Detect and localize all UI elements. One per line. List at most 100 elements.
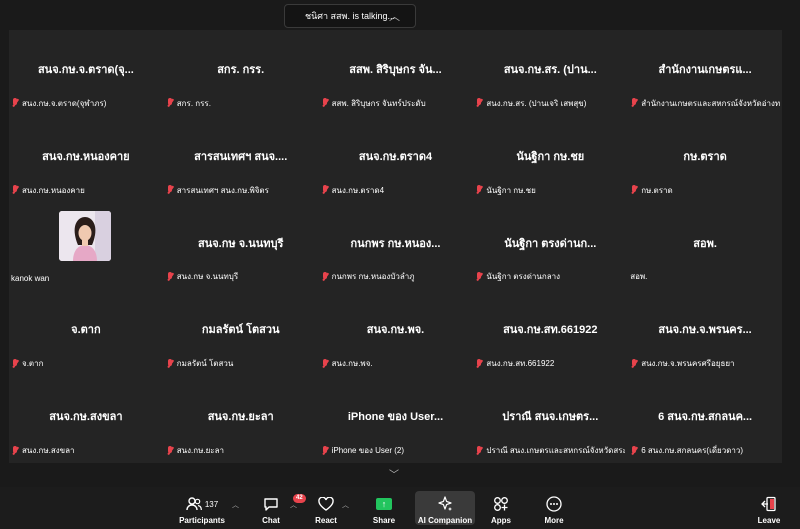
mic-muted-icon (11, 98, 19, 108)
participant-name-tag: ปราณี สนง.เกษตรและสหกรณ์จังหวัดสระบุรี (475, 444, 625, 457)
leave-button[interactable]: Leave (741, 491, 797, 525)
participant-tile[interactable]: กมลรัตน์ โตสวน กมลรัตน์ โตสวน (163, 290, 318, 377)
participant-tile[interactable]: สนจ.กษ.จ.พรนคร... สนง.กษ.จ.พรนครศรีอยุธยา (628, 290, 782, 377)
participant-display-name: สกร. กรร. (217, 64, 265, 76)
participant-display-name: สารสนเทศฯ สนจ.... (194, 150, 288, 163)
participant-name-text: 6 สนง.กษ.สกลนคร(เดี่ยวดาว) (641, 446, 744, 455)
participant-name-text: สารสนเทศฯ สนง.กษ.พิจิตร (176, 185, 269, 195)
react-label: React (315, 516, 337, 525)
mic-muted-icon (630, 445, 638, 456)
participant-display-name: จ.ตาก (71, 324, 101, 337)
participant-name-text: จ.ตาก (22, 359, 44, 369)
participant-name-tag: กนกพร กษ.หนองบัวลำภู (321, 270, 471, 283)
participant-tile[interactable]: สนจ.กษ.จ.ตราด(จุ... สนง.กษ.จ.ตราด(จุฬาภร) (9, 30, 163, 116)
ai-companion-button[interactable]: AI Companion (415, 491, 475, 525)
mic-muted-icon (475, 358, 483, 369)
participant-tile[interactable]: สสพ. สิริบุษกร จัน... สสพ. สิริบุษกร จันท… (318, 30, 473, 116)
mic-muted-icon (321, 98, 329, 108)
participant-tile[interactable]: สอพ. สอพ. (628, 203, 782, 290)
participant-tile[interactable]: kanok wan (9, 203, 163, 290)
mic-muted-icon (166, 185, 174, 195)
participant-name-text: นันฐิกา ตรงด่านกลาง (486, 272, 560, 282)
participant-tile[interactable]: iPhone ของ User... iPhone ของ User (2) (318, 377, 473, 463)
more-button[interactable]: More (526, 491, 582, 525)
participant-count: 137 (204, 499, 219, 509)
chevron-down-icon[interactable]: ﹀ (389, 466, 399, 481)
participant-name-text: กนกพร กษ.หนองบัวลำภู (331, 272, 415, 282)
mic-muted-icon (11, 185, 19, 195)
participant-display-name: สนจ.กษ.ยะลา (207, 411, 274, 424)
participant-tile[interactable]: กษ.ตราด กษ.ตราด (628, 116, 782, 203)
participant-name-tag: สนง.กษ.พจ. (321, 357, 471, 370)
participant-tile[interactable]: สกร. กรร. สกร. กรร. (163, 30, 318, 116)
mic-muted-icon (630, 358, 638, 369)
participant-name-tag: สนง.กษ.ตราด4 (321, 184, 471, 197)
participant-name-tag: จ.ตาก (11, 357, 161, 370)
mic-muted-icon (630, 98, 638, 108)
participant-tile[interactable]: สารสนเทศฯ สนจ.... สารสนเทศฯ สนง.กษ.พิจิตร (163, 116, 318, 203)
participant-tile[interactable]: สนจ.กษ.สงขลา สนง.กษ.สงขลา (9, 377, 163, 463)
participant-display-name: สนจ.กษ.พจ. (366, 324, 425, 337)
participant-tile[interactable]: สนจ.กษ จ.นนทบุรีสนง.กษ จ.นนทบุรี (163, 203, 318, 290)
video-gallery: สนจ.กษ.จ.ตราด(จุ... สนง.กษ.จ.ตราด(จุฬาภร)… (9, 30, 782, 463)
participant-name-tag: สกร. กรร. (166, 97, 316, 110)
participant-display-name: นันฐิกา กษ.ชย (516, 150, 585, 163)
participant-display-name: สนจ.กษ.สท.661922 (503, 324, 598, 337)
mic-muted-icon (11, 445, 19, 456)
talking-text: ชนิศา สสพ. is talking... (305, 11, 395, 21)
participants-button[interactable]: 137 Participants (172, 491, 232, 525)
participant-tile[interactable]: จ.ตาก จ.ตาก (9, 290, 163, 377)
participant-name-text: สนง.กษ.หนองคาย (22, 185, 85, 195)
mic-muted-icon (166, 445, 174, 456)
mic-muted-icon (321, 358, 329, 369)
participant-name-tag: iPhone ของ User (2) (321, 444, 471, 457)
participant-tile[interactable]: สนจ.กษ.พจ. สนง.กษ.พจ. (318, 290, 473, 377)
chevron-up-icon[interactable]: ︿ (389, 8, 400, 24)
participant-name-tag: กษ.ตราด (630, 184, 780, 197)
chat-caret-icon[interactable]: ︿ (290, 500, 297, 510)
mic-muted-icon (321, 445, 329, 456)
participant-name-tag: นันฐิกา ตรงด่านกลาง (475, 270, 625, 283)
participant-name-tag: สนง.กษ จ.นนทบุรี (166, 270, 316, 283)
participant-tile[interactable]: กนกพร กษ.หนอง... กนกพร กษ.หนองบัวลำภู (318, 203, 473, 290)
mic-muted-icon (475, 445, 483, 456)
participant-display-name: สนจ.กษ จ.นนทบุรี (198, 237, 284, 250)
participant-name-tag: สอพ. (630, 270, 780, 283)
participant-tile[interactable]: สนจ.กษ.สร. (ปาน... สนง.กษ.สร. (ปานเจริ เส… (473, 30, 628, 116)
participant-name-text: นันฐิกา กษ.ชย (486, 185, 536, 195)
apps-button[interactable]: Apps (473, 491, 529, 525)
participant-name-tag: สารสนเทศฯ สนง.กษ.พิจิตร (166, 184, 316, 197)
meeting-toolbar: 137 Participants ︿ 42 Chat ︿ React ︿ ↑ S… (0, 487, 800, 529)
mic-muted-icon (475, 271, 483, 282)
participant-display-name: สนจ.กษ.จ.ตราด(จุ... (37, 64, 134, 76)
participant-name-text: สนง.กษ.สร. (ปานเจริ เสพสุข) (486, 98, 587, 108)
participants-caret-icon[interactable]: ︿ (232, 500, 239, 510)
participant-name-tag: สนง.กษ.หนองคาย (11, 184, 161, 197)
mic-muted-icon (475, 185, 483, 195)
participant-name-tag: กมลรัตน์ โตสวน (166, 357, 316, 370)
participant-tile[interactable]: สนจ.กษ.หนองคายสนง.กษ.หนองคาย (9, 116, 163, 203)
participant-tile[interactable]: สนจ.กษ.ตราด4 สนง.กษ.ตราด4 (318, 116, 473, 203)
participant-tile[interactable]: สนจ.กษ.สท.661922 สนง.กษ.สท.661922 (473, 290, 628, 377)
participant-tile[interactable]: นันฐิกา กษ.ชย นันฐิกา กษ.ชย (473, 116, 628, 203)
participant-name-text: iPhone ของ User (2) (331, 446, 405, 455)
participant-name-text: สนง.กษ.ตราด4 (331, 185, 385, 195)
participant-display-name: สนจ.กษ.จ.พรนคร... (658, 324, 752, 337)
participant-tile[interactable]: 6 สนจ.กษ.สกลนค... 6 สนง.กษ.สกลนคร(เดี่ยวด… (628, 377, 782, 463)
participant-name-text: สนง.กษ.จ.พรนครศรีอยุธยา (641, 359, 735, 369)
participant-display-name: กนกพร กษ.หนอง... (350, 237, 441, 250)
mic-muted-icon (475, 98, 483, 108)
more-label: More (544, 516, 564, 525)
participant-tile[interactable]: นันฐิกา ตรงด่านก... นันฐิกา ตรงด่านกลาง (473, 203, 628, 290)
share-button[interactable]: ↑ Share (356, 491, 412, 525)
react-caret-icon[interactable]: ︿ (342, 500, 349, 510)
participant-tile[interactable]: สำนักงานเกษตรแ... สำนักงานเกษตรและสหกรณ์จ… (628, 30, 782, 116)
participant-tile[interactable]: สนจ.กษ.ยะลา สนง.กษ.ยะลา (163, 377, 318, 463)
participant-name-tag: สนง.กษ.สร. (ปานเจริ เสพสุข) (475, 97, 625, 110)
participant-tile[interactable]: ปราณี สนจ.เกษตร... ปราณี สนง.เกษตรและสหกร… (473, 377, 628, 463)
mic-muted-icon (11, 358, 19, 369)
participant-name-tag: kanok wan (11, 274, 161, 283)
participant-name-tag: สำนักงานเกษตรและสหกรณ์จังหวัดอ่างทอง2 (630, 97, 780, 110)
participant-display-name: สนจ.กษ.หนองคาย (42, 150, 130, 163)
participant-display-name: 6 สนจ.กษ.สกลนค... (658, 411, 753, 424)
